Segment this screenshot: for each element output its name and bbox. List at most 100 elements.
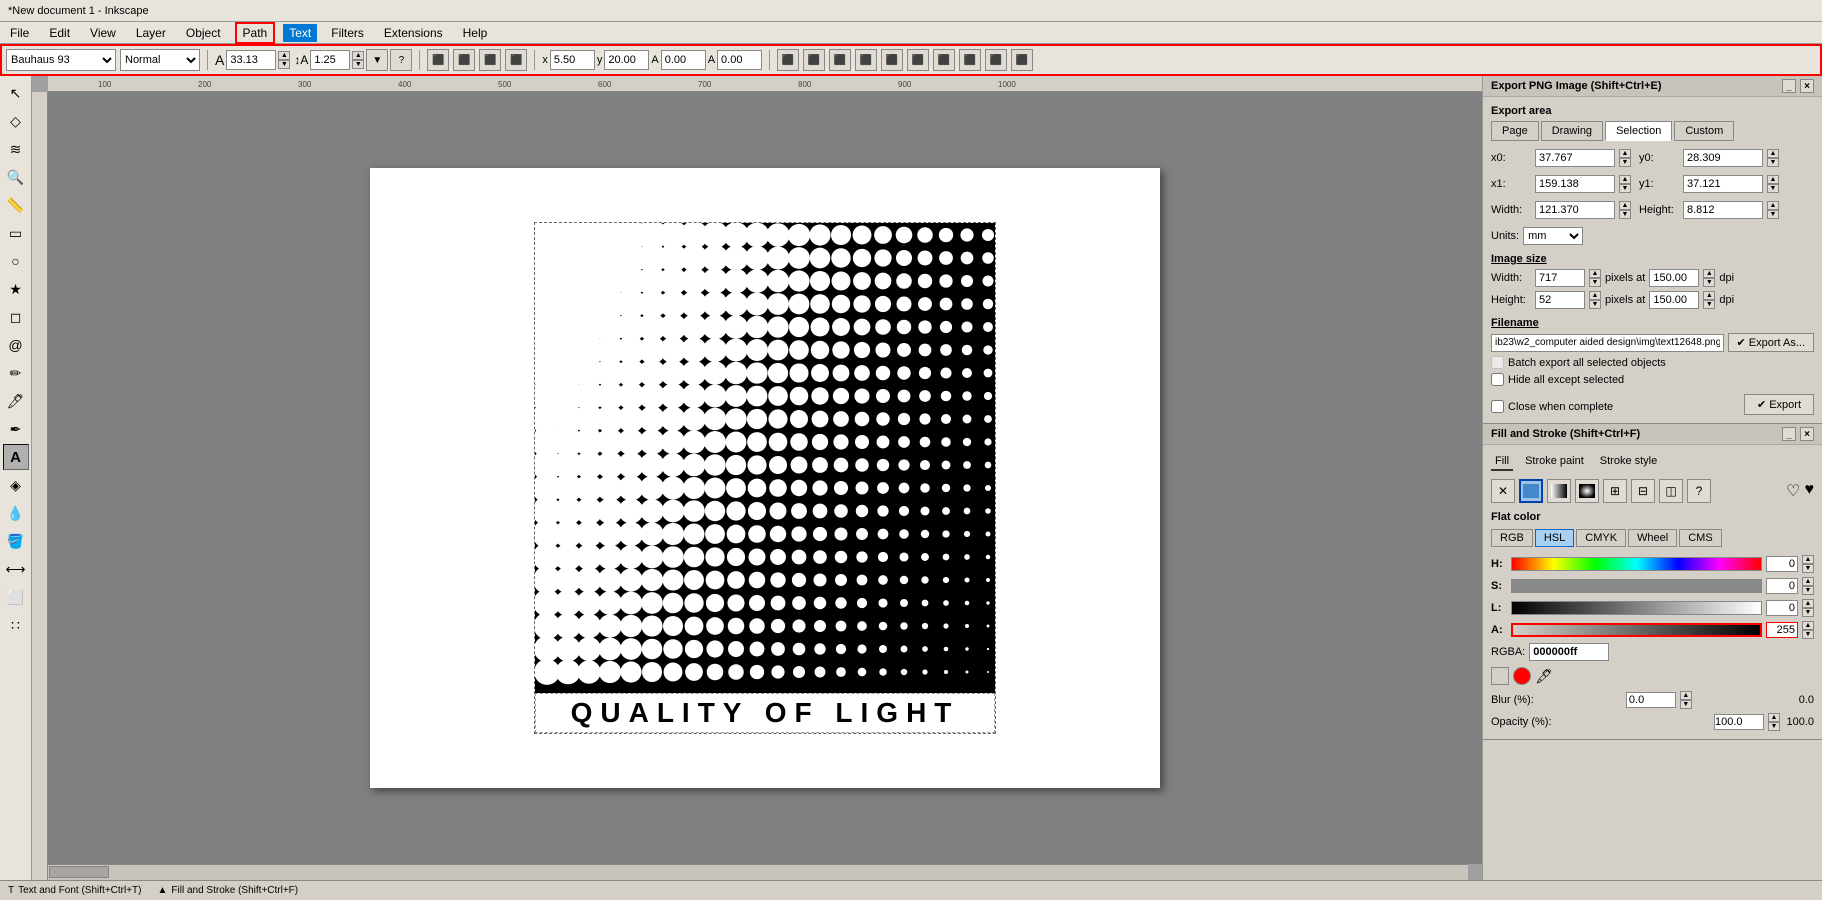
color-action-btn1[interactable] <box>1491 667 1509 685</box>
alpha-spinner[interactable]: ▲ ▼ <box>1802 621 1814 639</box>
sat-spinner[interactable]: ▲ ▼ <box>1802 577 1814 595</box>
font-size-spinner[interactable]: ▲ ▼ <box>278 51 290 69</box>
export-panel-close[interactable]: × <box>1800 79 1814 93</box>
line-height-up[interactable]: ▲ <box>352 51 364 60</box>
hsl-tab[interactable]: HSL <box>1535 529 1574 547</box>
pattern-btn[interactable]: ⊟ <box>1631 479 1655 503</box>
tool-btn-4[interactable]: ⬛ <box>855 49 877 71</box>
fill-tab[interactable]: Fill <box>1491 453 1513 471</box>
align-right-btn[interactable]: ⬛ <box>479 49 501 71</box>
rgba-input[interactable] <box>1529 643 1609 661</box>
img-height-spinner[interactable]: ▲ ▼ <box>1589 291 1601 309</box>
y1-input[interactable] <box>1683 175 1763 193</box>
pencil-tool[interactable]: ✏ <box>3 360 29 386</box>
fill-stroke-status[interactable]: ▲ Fill and Stroke (Shift+Ctrl+F) <box>158 885 299 896</box>
align-left-btn[interactable]: ⬛ <box>427 49 449 71</box>
font-size-input[interactable] <box>226 50 276 70</box>
ellipse-tool[interactable]: ○ <box>3 248 29 274</box>
export-tab-page[interactable]: Page <box>1491 121 1539 141</box>
x-input[interactable] <box>550 50 595 70</box>
radial-gradient-btn[interactable] <box>1575 479 1599 503</box>
line-height-input[interactable] <box>310 50 350 70</box>
hide-except-checkbox[interactable] <box>1491 373 1504 386</box>
unknown-btn[interactable]: ? <box>1687 479 1711 503</box>
menu-layer[interactable]: Layer <box>130 24 172 42</box>
eyedropper-icon[interactable]: 🖋 <box>1535 668 1553 685</box>
export-button[interactable]: ✔ Export <box>1744 394 1814 415</box>
width-input[interactable] <box>1535 201 1615 219</box>
y1-spinner[interactable]: ▲ ▼ <box>1767 175 1779 193</box>
y0-spinner[interactable]: ▲ ▼ <box>1767 149 1779 167</box>
light-value[interactable] <box>1766 600 1798 616</box>
export-tab-selection[interactable]: Selection <box>1605 121 1672 141</box>
x0-input[interactable] <box>1535 149 1615 167</box>
3d-box-tool[interactable]: ◻ <box>3 304 29 330</box>
export-tab-drawing[interactable]: Drawing <box>1541 121 1603 141</box>
edit-icon[interactable]: ♥ <box>1805 481 1815 501</box>
cms-tab[interactable]: CMS <box>1679 529 1721 547</box>
spray-tool[interactable]: ∷ <box>3 612 29 638</box>
tool-btn-7[interactable]: ⬛ <box>933 49 955 71</box>
font-style-select[interactable]: Normal <box>120 49 200 71</box>
font-family-select[interactable]: Bauhaus 93 <box>6 49 116 71</box>
a-input[interactable] <box>661 50 706 70</box>
text-font-status[interactable]: T Text and Font (Shift+Ctrl+T) <box>8 885 142 896</box>
font-size-up[interactable]: ▲ <box>278 51 290 60</box>
fill-stroke-panel-minimize[interactable]: _ <box>1782 427 1796 441</box>
units-select[interactable]: mm <box>1523 227 1583 245</box>
export-tab-custom[interactable]: Custom <box>1674 121 1734 141</box>
align-center-btn[interactable]: ⬛ <box>453 49 475 71</box>
dpi-input2[interactable] <box>1649 291 1699 309</box>
rect-tool[interactable]: ▭ <box>3 220 29 246</box>
swatch-btn[interactable]: ◫ <box>1659 479 1683 503</box>
export-panel-minimize[interactable]: _ <box>1782 79 1796 93</box>
x1-input[interactable] <box>1535 175 1615 193</box>
x1-spinner[interactable]: ▲ ▼ <box>1619 175 1631 193</box>
node-tool[interactable]: ◇ <box>3 108 29 134</box>
opacity-spinner[interactable]: ▲ ▼ <box>1768 713 1780 731</box>
no-paint-btn[interactable]: ✕ <box>1491 479 1515 503</box>
dpi-spinner1[interactable]: ▲ ▼ <box>1703 269 1715 287</box>
height-input[interactable] <box>1683 201 1763 219</box>
align-justify-btn[interactable]: ⬛ <box>505 49 527 71</box>
y0-input[interactable] <box>1683 149 1763 167</box>
height-spinner[interactable]: ▲ ▼ <box>1767 201 1779 219</box>
spiral-tool[interactable]: @ <box>3 332 29 358</box>
batch-export-checkbox[interactable] <box>1491 356 1504 369</box>
tool-btn-2[interactable]: ⬛ <box>803 49 825 71</box>
img-height-input[interactable] <box>1535 291 1585 309</box>
sat-slider[interactable] <box>1511 579 1762 593</box>
menu-object[interactable]: Object <box>180 24 227 42</box>
stroke-style-tab[interactable]: Stroke style <box>1596 453 1661 471</box>
blur-spinner[interactable]: ▲ ▼ <box>1680 691 1692 709</box>
color-circle-btn[interactable] <box>1513 667 1531 685</box>
hue-slider[interactable] <box>1511 557 1762 571</box>
help-btn[interactable]: ? <box>390 49 412 71</box>
dpi-spinner2[interactable]: ▲ ▼ <box>1703 291 1715 309</box>
font-size-down[interactable]: ▼ <box>278 60 290 69</box>
measure-tool[interactable]: 📏 <box>3 192 29 218</box>
opacity-input[interactable] <box>1714 714 1764 730</box>
menu-edit[interactable]: Edit <box>43 24 76 42</box>
tool-btn-5[interactable]: ⬛ <box>881 49 903 71</box>
hue-value[interactable] <box>1766 556 1798 572</box>
y-input[interactable] <box>604 50 649 70</box>
export-as-button[interactable]: ✔ Export As... <box>1728 333 1814 352</box>
x0-spinner[interactable]: ▲ ▼ <box>1619 149 1631 167</box>
mesh-gradient-btn[interactable]: ⊞ <box>1603 479 1627 503</box>
close-when-checkbox[interactable] <box>1491 400 1504 413</box>
blur-input[interactable] <box>1626 692 1676 708</box>
width-spinner[interactable]: ▲ ▼ <box>1619 201 1631 219</box>
dpi-input1[interactable] <box>1649 269 1699 287</box>
tool-btn-8[interactable]: ⬛ <box>959 49 981 71</box>
light-spinner[interactable]: ▲ ▼ <box>1802 599 1814 617</box>
select-tool[interactable]: ↖ <box>3 80 29 106</box>
tool-btn-10[interactable]: ⬛ <box>1011 49 1033 71</box>
gradient-tool[interactable]: ◈ <box>3 472 29 498</box>
img-width-input[interactable] <box>1535 269 1585 287</box>
rgb-tab[interactable]: RGB <box>1491 529 1533 547</box>
text-tool[interactable]: A <box>3 444 29 470</box>
flat-color-btn[interactable] <box>1519 479 1543 503</box>
zoom-tool[interactable]: 🔍 <box>3 164 29 190</box>
a2-input[interactable] <box>717 50 762 70</box>
